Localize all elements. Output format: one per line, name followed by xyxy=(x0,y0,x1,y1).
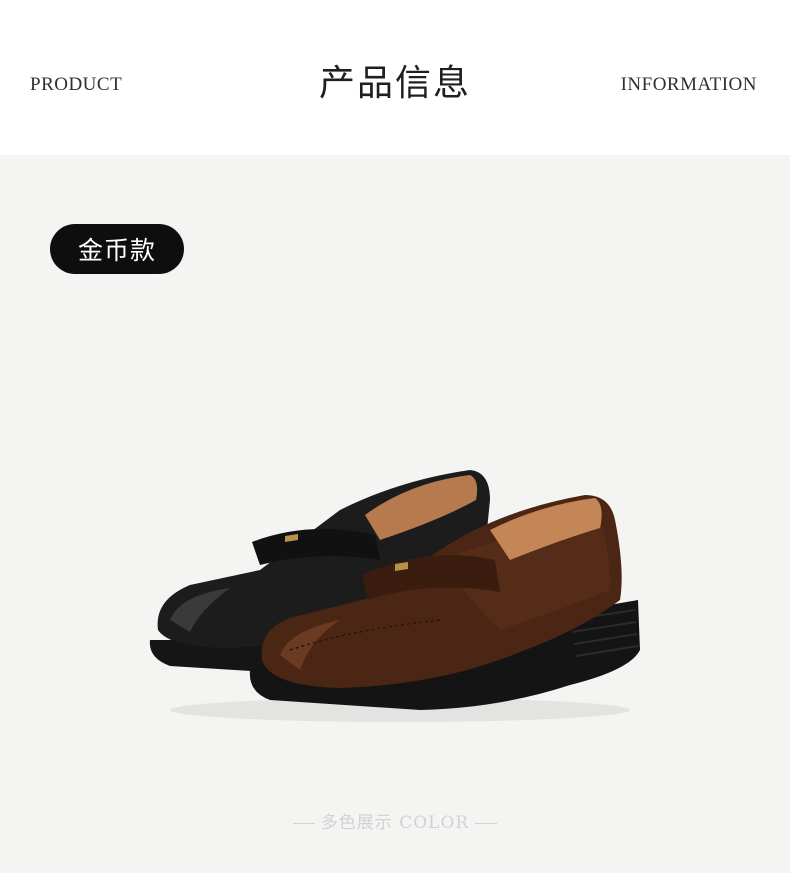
caption-dash-right xyxy=(475,823,498,824)
variant-badge-label: 金币款 xyxy=(77,236,156,265)
section-header: PRODUCT 产品信息 INFORMATION xyxy=(0,0,790,155)
header-right-label: INFORMATION xyxy=(620,74,757,95)
color-caption-label: 多色展示 COLOR xyxy=(320,813,470,833)
caption-dash-left xyxy=(292,823,315,824)
loafer-shoes-image xyxy=(149,470,640,722)
color-section-caption: 多色展示 COLOR xyxy=(0,808,790,833)
variant-badge: 金币款 xyxy=(50,224,184,274)
